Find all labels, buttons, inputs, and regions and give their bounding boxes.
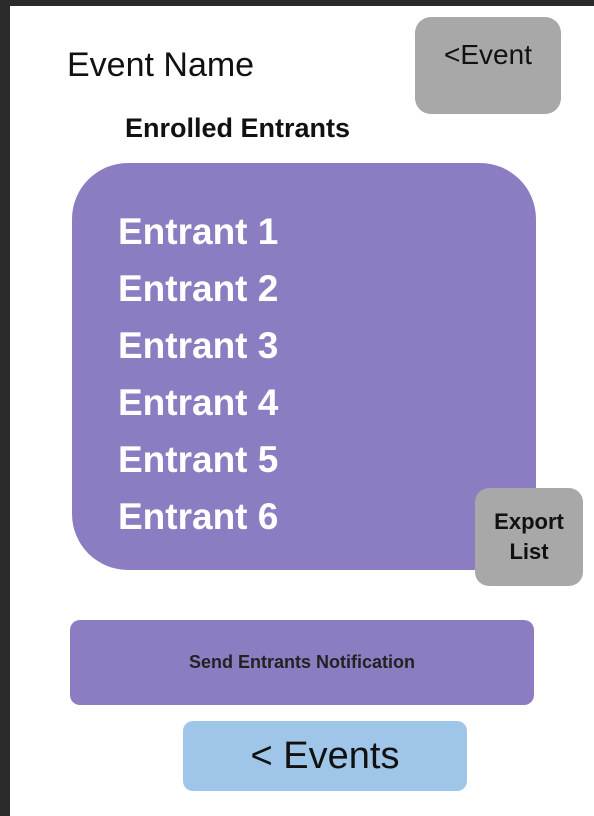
export-button-label-line2: List [509,539,549,564]
export-list-button[interactable]: Export List [475,488,583,586]
entrant-list-item[interactable]: Entrant 3 [118,317,278,374]
entrants-list-panel: Entrant 1 Entrant 2 Entrant 3 Entrant 4 … [72,163,536,570]
entrant-list-item[interactable]: Entrant 5 [118,431,278,488]
event-name-title: Event Name [67,46,255,84]
enrolled-entrants-heading: Enrolled Entrants [125,113,351,143]
entrant-list-item[interactable]: Entrant 2 [118,260,278,317]
app-screen: Event Name <Event Enrolled Entrants Entr… [10,6,594,816]
entrant-list: Entrant 1 Entrant 2 Entrant 3 Entrant 4 … [118,203,278,545]
back-to-event-button[interactable]: <Event [415,17,561,114]
entrant-list-item[interactable]: Entrant 1 [118,203,278,260]
send-notification-button[interactable]: Send Entrants Notification [70,620,534,705]
back-to-events-button[interactable]: < Events [183,721,467,791]
entrant-list-item[interactable]: Entrant 4 [118,374,278,431]
entrant-list-item[interactable]: Entrant 6 [118,488,278,545]
export-button-label-line1: Export [494,509,564,534]
